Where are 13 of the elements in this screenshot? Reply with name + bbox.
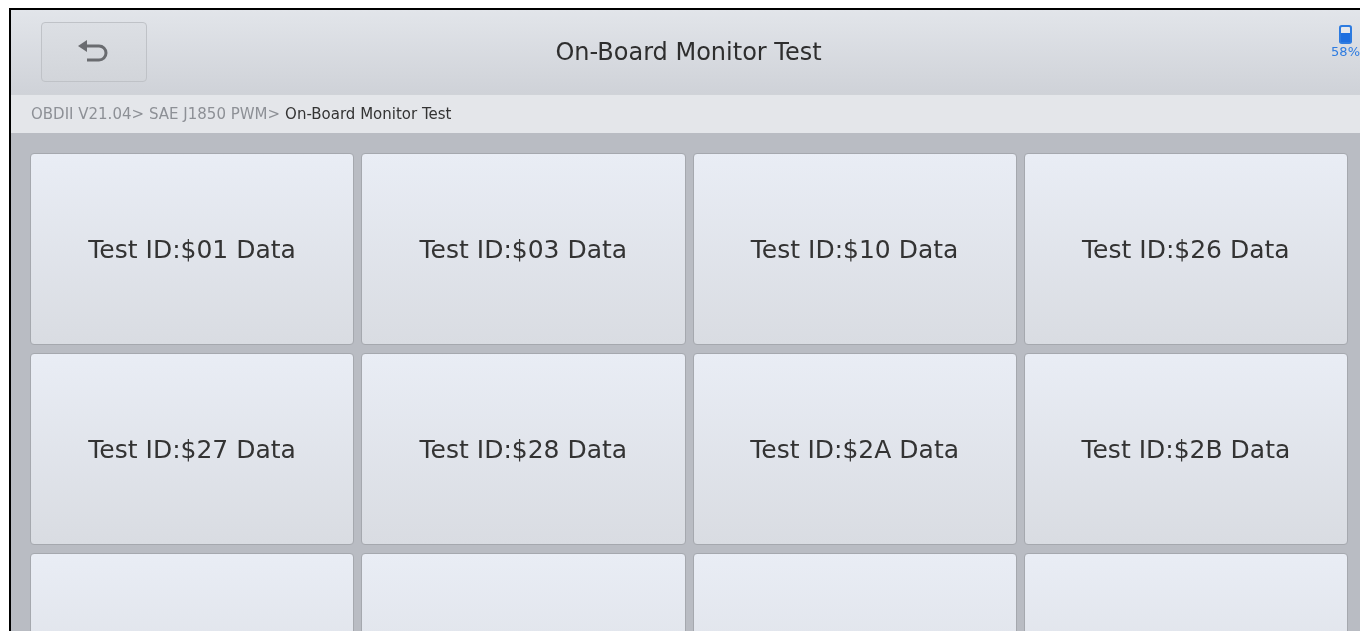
battery-percentage: 58% (1331, 44, 1360, 59)
back-button[interactable] (41, 22, 147, 82)
screen-title: On-Board Monitor Test (554, 38, 823, 66)
breadcrumb-item: On-Board Monitor Test (285, 105, 452, 123)
test-id-tile[interactable]: Test ID:$01 Data (30, 153, 355, 345)
test-id-tile[interactable]: Test ID:$27 Data (30, 353, 355, 545)
test-id-tile[interactable]: Test ID:$2B Data (1023, 353, 1348, 545)
test-id-tile[interactable]: Test ID:$03 Data (361, 153, 686, 345)
battery-icon (1341, 27, 1351, 42)
test-id-tile[interactable]: Test ID:$28 Data (361, 353, 686, 545)
test-id-tile[interactable]: Test ID:$26 Data (1023, 153, 1348, 345)
test-id-tile[interactable]: Test ID:$10 Data (692, 153, 1017, 345)
test-id-tile[interactable]: Test ID:$2A Data (692, 353, 1017, 545)
